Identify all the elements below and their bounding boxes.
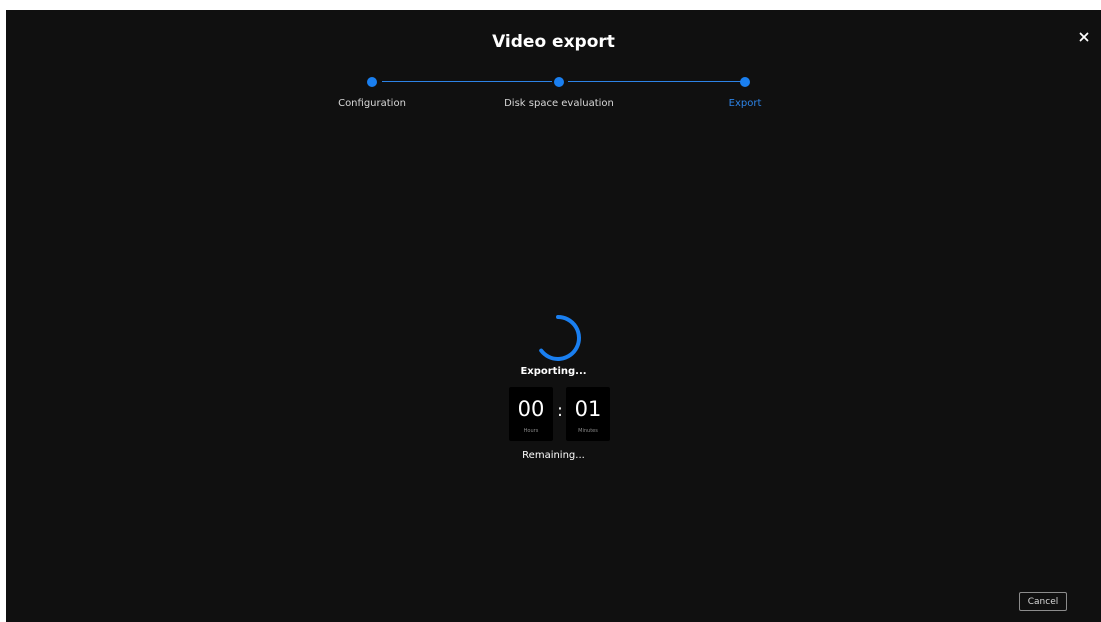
remaining-time-display: 00 Hours : 01 Minutes: [509, 387, 611, 441]
step-label-configuration: Configuration: [338, 98, 406, 109]
step-connector-2: [568, 81, 741, 82]
step-dot-configuration: [367, 77, 377, 87]
video-export-dialog: Video export Configuration Disk space ev…: [6, 10, 1101, 622]
export-stepper: Configuration Disk space evaluation Expo…: [6, 10, 1101, 130]
remaining-label: Remaining...: [522, 450, 585, 461]
minutes-box: 01 Minutes: [566, 387, 610, 441]
hours-box: 00 Hours: [509, 387, 553, 441]
minutes-label: Minutes: [578, 428, 598, 434]
time-separator: :: [557, 401, 563, 421]
export-status-text: Exporting...: [520, 366, 587, 377]
cancel-button[interactable]: Cancel: [1019, 592, 1067, 611]
step-label-export: Export: [728, 98, 762, 109]
minutes-value: 01: [574, 397, 602, 421]
hours-value: 00: [517, 397, 545, 421]
hours-label: Hours: [523, 428, 539, 434]
loading-spinner-icon: [539, 315, 581, 361]
step-dot-disk-space-evaluation: [554, 77, 564, 87]
step-label-disk-space-evaluation: Disk space evaluation: [504, 98, 614, 109]
step-connector-1: [382, 81, 552, 82]
step-dot-export: [740, 77, 750, 87]
